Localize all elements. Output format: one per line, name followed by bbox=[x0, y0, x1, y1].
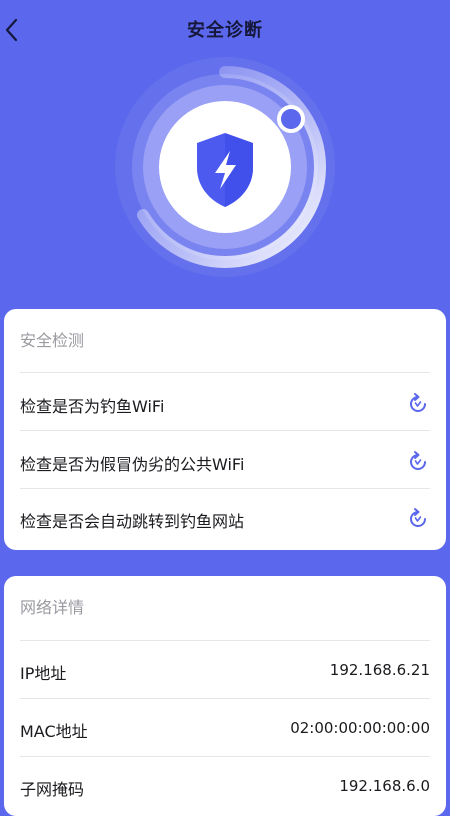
progress-knob bbox=[277, 105, 305, 133]
security-scan-indicator bbox=[113, 55, 337, 279]
detail-value-mac: 02:00:00:00:00:00 bbox=[290, 719, 430, 737]
section-title: 安全检测 bbox=[20, 331, 85, 350]
section-title: 网络详情 bbox=[20, 598, 85, 617]
divider bbox=[20, 372, 430, 373]
top-bar: 安全诊断 bbox=[0, 0, 450, 56]
check-item-label: 检查是否为钓鱼WiFi bbox=[20, 397, 165, 416]
detail-label-mac: MAC地址 bbox=[20, 722, 88, 741]
divider bbox=[20, 430, 430, 431]
refresh-icon[interactable] bbox=[406, 392, 430, 416]
page-title: 安全诊断 bbox=[187, 20, 263, 41]
divider bbox=[20, 698, 430, 699]
detail-label-subnet: 子网掩码 bbox=[20, 780, 85, 799]
refresh-icon[interactable] bbox=[406, 450, 430, 474]
check-item-label: 检查是否为假冒伪劣的公共WiFi bbox=[20, 455, 245, 474]
detail-label-ip: IP地址 bbox=[20, 664, 67, 683]
security-check-card: 安全检测 检查是否为钓鱼WiFi 检查是否为假冒伪劣的公共WiFi 检查是否会自… bbox=[4, 309, 446, 550]
detail-value-subnet: 192.168.6.0 bbox=[339, 777, 430, 795]
divider bbox=[20, 640, 430, 641]
detail-value-ip: 192.168.6.21 bbox=[329, 661, 430, 679]
network-details-card: 网络详情 IP地址 192.168.6.21 MAC地址 02:00:00:00… bbox=[4, 576, 446, 816]
check-item-label: 检查是否会自动跳转到钓鱼网站 bbox=[20, 512, 245, 531]
divider bbox=[20, 488, 430, 489]
divider bbox=[20, 756, 430, 757]
refresh-icon[interactable] bbox=[406, 507, 430, 531]
